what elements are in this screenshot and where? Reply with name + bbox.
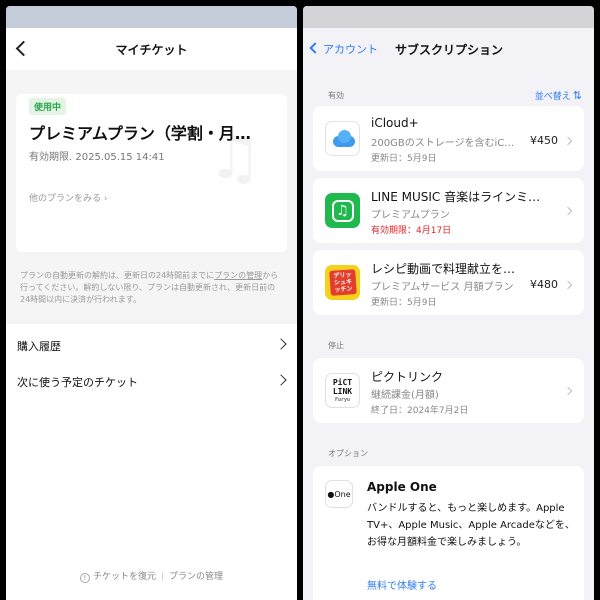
- section-label-active: 有効: [328, 91, 344, 100]
- my-ticket-screen: マイチケット ♫ 使用中 プレミアムプラン（学割・月… 有効期限. 2025.0…: [6, 6, 297, 600]
- subscription-date: 更新日：5月9日: [371, 154, 437, 164]
- apple-logo-icon: ●: [327, 489, 335, 499]
- plan-manage-link-1[interactable]: プランの: [214, 271, 246, 280]
- chevron-right-icon: [563, 206, 573, 216]
- line-music-icon: ♫: [325, 193, 360, 228]
- subscription-delish-kitchen[interactable]: デリッシュキッチン レシピ動画で料理献立を… プレミアムサービス 月額プラン 更…: [313, 250, 584, 315]
- sort-label: 並べ替え: [534, 92, 571, 102]
- subscription-icloud[interactable]: iCloud+ 200GBのストレージを含むiC… 更新日：5月9日 ¥450: [313, 106, 584, 171]
- subscription-price: ¥480: [530, 278, 558, 291]
- chevron-left-icon: [309, 42, 321, 54]
- status-strip: [6, 6, 297, 28]
- apple-one-icon-text: One: [334, 489, 351, 499]
- footer-links: ! チケットを復元 | プランの管理: [6, 569, 297, 583]
- plan-manage-link-2[interactable]: 管理: [246, 271, 262, 280]
- note-text-a: プランの自動更新の解約は、更新日の24時間前までに: [20, 271, 215, 280]
- chevron-right-icon: [275, 338, 287, 350]
- section-label-stopped: 停止: [328, 341, 344, 350]
- plan-name: プレミアムプラン（学割・月…: [29, 124, 251, 143]
- sort-arrows-icon: ⇅: [572, 89, 582, 102]
- subscription-line-music[interactable]: ♫ LINE MUSIC 音楽はラインミ… プレミアムプラン 有効期限：4月17…: [313, 178, 584, 243]
- subscription-plan: 継続課金(月額): [371, 390, 439, 401]
- subscription-date: 更新日：5月9日: [371, 298, 437, 308]
- other-plans-label: 他のプランをみる: [29, 194, 102, 204]
- nav-bar: アカウント サブスクリプション: [303, 28, 594, 70]
- apple-one-icon: ● One: [325, 480, 353, 508]
- subscription-title: LINE MUSIC 音楽はラインミ…: [371, 190, 541, 204]
- pictlink-icon-line1: PiCT: [332, 378, 353, 387]
- pictlink-icon-line2: LINK: [332, 387, 353, 396]
- other-plans-link[interactable]: 他のプランをみる ›: [29, 191, 108, 204]
- apple-one-card: ● One Apple One バンドルすると、もっと楽しめます。Apple TV…: [313, 466, 584, 600]
- nav-bar: マイチケット: [6, 28, 297, 70]
- menu-item-purchase-history[interactable]: 購入履歴: [6, 328, 297, 362]
- subscription-plan: 200GBのストレージを含むiC…: [371, 138, 515, 149]
- info-icon: !: [79, 573, 90, 583]
- menu-label: 購入履歴: [17, 340, 61, 353]
- restore-label: チケットを復元: [92, 572, 156, 582]
- pictlink-icon-line3: Furyu: [334, 397, 351, 403]
- subscription-plan: プレミアムサービス 月額プラン: [371, 282, 514, 293]
- free-trial-link[interactable]: 無料で体験する: [367, 577, 437, 592]
- sort-button[interactable]: 並べ替え ⇅: [535, 89, 582, 102]
- subscription-pictlink[interactable]: PiCT LINK Furyu ピクトリンク 継続課金(月額) 終了日：2024…: [313, 358, 584, 423]
- chevron-right-icon: [563, 280, 573, 290]
- validity-date: 有効期限. 2025.05.15 14:41: [29, 152, 165, 163]
- subscription-expiry: 有効期限：4月17日: [371, 226, 452, 236]
- status-badge: 使用中: [29, 98, 67, 115]
- subscription-end-date: 終了日：2024年7月2日: [371, 406, 469, 416]
- ticket-section: ♫ 使用中 プレミアムプラン（学割・月… 有効期限. 2025.05.15 14…: [6, 70, 297, 324]
- subscription-plan: プレミアムプラン: [371, 210, 450, 221]
- delish-kitchen-icon: デリッシュキッチン: [325, 265, 360, 300]
- chevron-right-icon: [563, 136, 573, 146]
- back-button[interactable]: アカウント: [307, 41, 378, 57]
- page-title: サブスクリプション: [395, 43, 504, 57]
- menu-item-next-ticket[interactable]: 次に使う予定のチケット: [6, 364, 297, 398]
- restore-ticket-link[interactable]: ! チケットを復元: [79, 572, 156, 583]
- subscription-title: レシピ動画で料理献立を…: [371, 262, 516, 276]
- icloud-icon: [325, 121, 360, 156]
- subscription-title: iCloud+: [371, 116, 419, 130]
- ticket-card: ♫: [16, 94, 287, 252]
- delish-kitchen-icon-text: デリッシュキッチン: [328, 269, 357, 296]
- subscription-price: ¥450: [530, 134, 558, 147]
- auto-renew-note: プランの自動更新の解約は、更新日の24時間前までにプランの管理から行ってください…: [20, 270, 284, 306]
- divider: |: [160, 572, 165, 582]
- page-title: マイチケット: [115, 43, 188, 57]
- menu-label: 次に使う予定のチケット: [17, 376, 138, 389]
- chevron-right-icon: [563, 386, 573, 396]
- pictlink-icon: PiCT LINK Furyu: [325, 373, 360, 408]
- chevron-right-icon: ›: [103, 194, 108, 204]
- subscription-title: ピクトリンク: [371, 370, 444, 384]
- back-label: アカウント: [323, 43, 378, 56]
- subscriptions-screen: アカウント サブスクリプション 有効 並べ替え ⇅ iCloud+ 200GBのス…: [303, 6, 594, 600]
- section-label-options: オプション: [328, 449, 368, 458]
- plan-manage-link[interactable]: プランの管理: [169, 572, 223, 582]
- apple-one-description: バンドルすると、もっと楽しめます。Apple TV+、Apple Music、A…: [367, 503, 575, 548]
- status-strip: [303, 6, 594, 28]
- chevron-right-icon: [275, 374, 287, 386]
- apple-one-title: Apple One: [367, 480, 437, 494]
